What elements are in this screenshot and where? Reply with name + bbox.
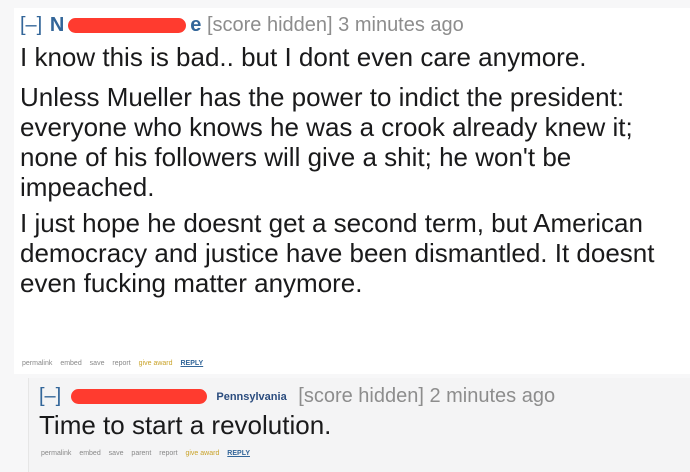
redaction-mark (68, 18, 187, 34)
comment-tagline: [–] Ne [score hidden] 3 minutes ago (20, 10, 464, 40)
parent-button[interactable]: parent (131, 450, 151, 457)
comment-actions: permalink embed save report give award R… (22, 360, 209, 367)
comment-parent: [–] Ne [score hidden] 3 minutes ago I kn… (14, 8, 690, 374)
give-award-button[interactable]: give award (185, 450, 219, 457)
author-initial: N (49, 14, 65, 36)
comment-paragraph: I know this is bad.. but I dont even car… (20, 42, 587, 72)
comment-actions: permalink embed save parent report give … (41, 450, 256, 457)
embed-button[interactable]: embed (79, 450, 100, 457)
redaction-mark (70, 389, 207, 405)
reply-button[interactable]: REPLY (180, 360, 203, 367)
give-award-button[interactable]: give award (139, 360, 173, 367)
report-button[interactable]: report (112, 360, 130, 367)
comment-body: I know this is bad.. but I dont even car… (20, 42, 670, 304)
comment-paragraph: Unless Mueller has the power to indict t… (20, 82, 633, 202)
permalink-button[interactable]: permalink (41, 450, 71, 457)
comment-paragraph: I just hope he doesnt get a second term,… (20, 208, 655, 298)
collapse-toggle[interactable]: [–] (39, 385, 61, 407)
save-button[interactable]: save (90, 360, 105, 367)
comment-tagline: [–] Pennsylvania [score hidden] 2 minute… (39, 381, 555, 411)
comment-paragraph: Time to start a revolution. (39, 410, 332, 440)
timestamp: 2 minutes ago (429, 385, 556, 407)
permalink-button[interactable]: permalink (22, 360, 52, 367)
report-button[interactable]: report (159, 450, 177, 457)
embed-button[interactable]: embed (60, 360, 81, 367)
comment-body: Time to start a revolution. (39, 410, 679, 446)
score-hidden: [score hidden] (206, 14, 333, 36)
score-hidden: [score hidden] (298, 385, 424, 407)
collapse-toggle[interactable]: [–] (20, 14, 42, 36)
save-button[interactable]: save (109, 450, 124, 457)
comment-reply: [–] Pennsylvania [score hidden] 2 minute… (28, 378, 690, 472)
user-flair: Pennsylvania (216, 390, 287, 403)
author-tail: e (190, 14, 202, 36)
timestamp: 3 minutes ago (338, 14, 464, 36)
author-link[interactable]: Ne (50, 14, 202, 36)
reply-button[interactable]: REPLY (227, 450, 250, 457)
